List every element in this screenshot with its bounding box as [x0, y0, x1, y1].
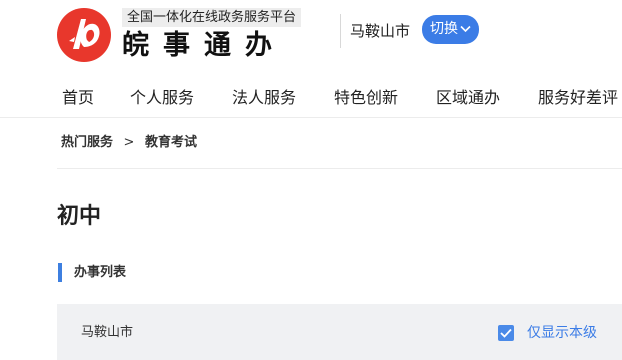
chevron-down-icon: [460, 25, 471, 33]
page: 全国一体化在线政务服务平台 皖事通办 马鞍山市 切换 首页 个人服务 法人服务 …: [0, 0, 622, 360]
brand-name[interactable]: 皖事通办: [122, 29, 286, 63]
breadcrumb-separator: >: [123, 135, 135, 150]
nav-item-corporate-services[interactable]: 法人服务: [232, 86, 296, 110]
section-label: 办事列表: [74, 265, 127, 280]
breadcrumb-item-education-exams[interactable]: 教育考试: [145, 135, 197, 150]
nav-item-home[interactable]: 首页: [62, 86, 94, 110]
breadcrumb-divider: [57, 168, 622, 169]
current-city: 马鞍山市: [350, 22, 411, 40]
header-divider: [340, 14, 341, 48]
filter-bar: 马鞍山市 仅显示本级: [57, 304, 622, 360]
anhui-gov-service-logo-icon[interactable]: [56, 7, 112, 63]
platform-tag: 全国一体化在线政务服务平台: [122, 8, 302, 27]
only-this-level-label[interactable]: 仅显示本级: [527, 324, 597, 342]
nav-item-featured-innovation[interactable]: 特色创新: [334, 86, 398, 110]
nav-item-personal-services[interactable]: 个人服务: [130, 86, 194, 110]
nav-item-regional-services[interactable]: 区域通办: [436, 86, 500, 110]
region-filter[interactable]: 马鞍山市: [81, 324, 133, 342]
switch-city-label: 切换: [430, 21, 458, 37]
switch-city-button[interactable]: 切换: [422, 15, 479, 44]
only-this-level-checkbox[interactable]: [498, 325, 514, 341]
breadcrumb-item-hot-services[interactable]: 热门服务: [61, 135, 113, 150]
site-header: 全国一体化在线政务服务平台 皖事通办 马鞍山市 切换 首页 个人服务 法人服务 …: [0, 0, 622, 118]
page-title: 初中: [57, 204, 102, 229]
nav-item-service-rating[interactable]: 服务好差评: [538, 86, 618, 110]
section-accent-bar: [58, 263, 62, 282]
breadcrumb: 热门服务 > 教育考试: [61, 134, 197, 152]
checkmark-icon: [500, 328, 512, 338]
